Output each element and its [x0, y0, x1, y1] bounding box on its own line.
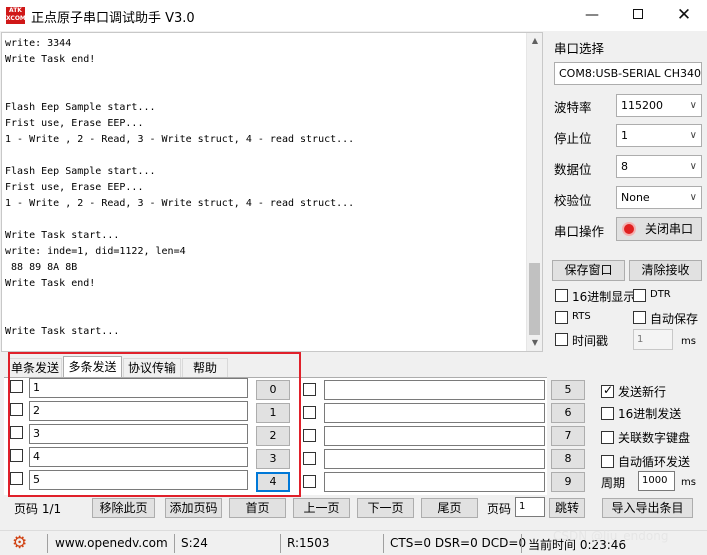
- last-page-button[interactable]: 尾页: [421, 498, 478, 518]
- baud-value: 115200: [621, 99, 663, 112]
- gear-icon[interactable]: ⚙: [12, 533, 27, 553]
- hex-display-checkbox[interactable]: [555, 289, 568, 302]
- parity-select[interactable]: None ∨: [616, 186, 702, 209]
- auto-loop-label: 自动循环发送: [618, 455, 691, 469]
- receive-log-text: write: 3344 Write Task end! Flash Eep Sa…: [5, 38, 355, 337]
- receive-log[interactable]: write: 3344 Write Task end! Flash Eep Sa…: [1, 32, 543, 352]
- signal-status: CTS=0 DSR=0 DCD=0: [390, 536, 527, 550]
- row-6-send-button[interactable]: 6: [551, 403, 585, 423]
- watermark: CSDN @liu_endong: [553, 529, 669, 543]
- remove-page-button[interactable]: 移除此页: [92, 498, 155, 518]
- red-dot-icon: [622, 222, 636, 236]
- chevron-down-icon: ∨: [689, 161, 697, 172]
- minimize-button[interactable]: —: [569, 0, 615, 31]
- port-select[interactable]: COM8:USB-SERIAL CH340: [554, 62, 702, 85]
- page-info: 页码 1/1: [14, 502, 62, 516]
- period-label: 周期: [601, 476, 626, 490]
- highlight-box: [8, 352, 301, 497]
- stopbits-label: 停止位: [554, 131, 592, 146]
- stopbits-value: 1: [621, 129, 628, 142]
- send-newline-label: 发送新行: [618, 385, 667, 399]
- rts-checkbox[interactable]: [555, 311, 568, 324]
- prev-page-button[interactable]: 上一页: [293, 498, 350, 518]
- port-select-label: 串口选择: [554, 41, 605, 56]
- send-newline-checkbox[interactable]: [601, 383, 614, 398]
- row-8-checkbox[interactable]: [303, 452, 316, 465]
- app-logo: ATK XCOM: [6, 7, 26, 24]
- row-6-input[interactable]: [324, 403, 545, 423]
- scroll-down-icon[interactable]: ▼: [527, 335, 542, 351]
- add-page-button[interactable]: 添加页码: [165, 498, 222, 518]
- parity-label: 校验位: [554, 193, 592, 208]
- scroll-thumb[interactable]: [529, 263, 540, 335]
- auto-loop-checkbox[interactable]: [601, 455, 614, 468]
- databits-value: 8: [621, 160, 628, 173]
- first-page-button[interactable]: 首页: [229, 498, 286, 518]
- timestamp-label: 时间戳: [572, 334, 609, 348]
- numpad-label: 关联数字键盘: [618, 431, 691, 445]
- rts-label: RTS: [572, 311, 591, 322]
- port-operation-label: 串口操作: [554, 224, 605, 239]
- log-scrollbar[interactable]: ▲ ▼: [526, 33, 542, 351]
- row-5-checkbox[interactable]: [303, 383, 316, 396]
- auto-save-label: 自动保存: [650, 312, 699, 326]
- databits-select[interactable]: 8 ∨: [616, 155, 702, 178]
- row-7-checkbox[interactable]: [303, 429, 316, 442]
- title-bar: ATK XCOM 正点原子串口调试助手 V3.0 — ✕: [0, 0, 707, 31]
- maximize-icon: [633, 9, 643, 19]
- row-7-input[interactable]: [324, 426, 545, 446]
- baud-select[interactable]: 115200 ∨: [616, 94, 702, 117]
- hex-display-label: 16进制显示: [572, 290, 636, 304]
- hex-send-label: 16进制发送: [618, 407, 682, 421]
- save-window-button[interactable]: 保存窗口: [552, 260, 625, 281]
- row-9-input[interactable]: [324, 472, 545, 492]
- timestamp-checkbox[interactable]: [555, 333, 568, 346]
- baud-label: 波特率: [554, 100, 592, 115]
- stopbits-select[interactable]: 1 ∨: [616, 124, 702, 147]
- page-input[interactable]: 1: [515, 497, 545, 517]
- close-port-label: 关闭串口: [645, 222, 694, 236]
- website-link[interactable]: www.openedv.com: [55, 536, 168, 550]
- row-5-send-button[interactable]: 5: [551, 380, 585, 400]
- row-9-send-button[interactable]: 9: [551, 472, 585, 492]
- import-export-button[interactable]: 导入导出条目: [602, 498, 693, 518]
- row-5-input[interactable]: [324, 380, 545, 400]
- timestamp-unit: ms: [681, 336, 696, 347]
- port-select-value: COM8:USB-SERIAL CH340: [559, 67, 702, 80]
- page-label: 页码: [487, 502, 512, 516]
- sent-count: S:24: [181, 536, 208, 550]
- row-7-send-button[interactable]: 7: [551, 426, 585, 446]
- row-9-checkbox[interactable]: [303, 475, 316, 488]
- auto-save-checkbox[interactable]: [633, 311, 646, 324]
- close-button[interactable]: ✕: [661, 0, 707, 31]
- window-title: 正点原子串口调试助手 V3.0: [31, 11, 195, 26]
- parity-value: None: [621, 191, 650, 204]
- dtr-checkbox[interactable]: [633, 289, 646, 302]
- databits-label: 数据位: [554, 162, 592, 177]
- timestamp-input[interactable]: 1: [633, 329, 673, 350]
- status-bar: ⚙ www.openedv.com S:24 R:1503 CTS=0 DSR=…: [0, 529, 707, 555]
- period-unit: ms: [681, 477, 696, 488]
- scroll-up-icon[interactable]: ▲: [527, 33, 542, 49]
- row-8-input[interactable]: [324, 449, 545, 469]
- period-input[interactable]: 1000: [638, 471, 675, 491]
- row-6-checkbox[interactable]: [303, 406, 316, 419]
- dtr-label: DTR: [650, 289, 671, 300]
- minimize-icon: —: [585, 7, 599, 23]
- close-icon: ✕: [676, 5, 692, 25]
- jump-button[interactable]: 跳转: [549, 498, 585, 518]
- chevron-down-icon: ∨: [689, 100, 697, 111]
- clear-receive-button[interactable]: 清除接收: [629, 260, 702, 281]
- maximize-button[interactable]: [615, 0, 661, 31]
- next-page-button[interactable]: 下一页: [357, 498, 414, 518]
- chevron-down-icon: ∨: [689, 130, 697, 141]
- hex-send-checkbox[interactable]: [601, 407, 614, 420]
- row-8-send-button[interactable]: 8: [551, 449, 585, 469]
- chevron-down-icon: ∨: [689, 192, 697, 203]
- numpad-checkbox[interactable]: [601, 431, 614, 444]
- close-port-button[interactable]: 关闭串口: [616, 217, 702, 241]
- received-count: R:1503: [287, 536, 330, 550]
